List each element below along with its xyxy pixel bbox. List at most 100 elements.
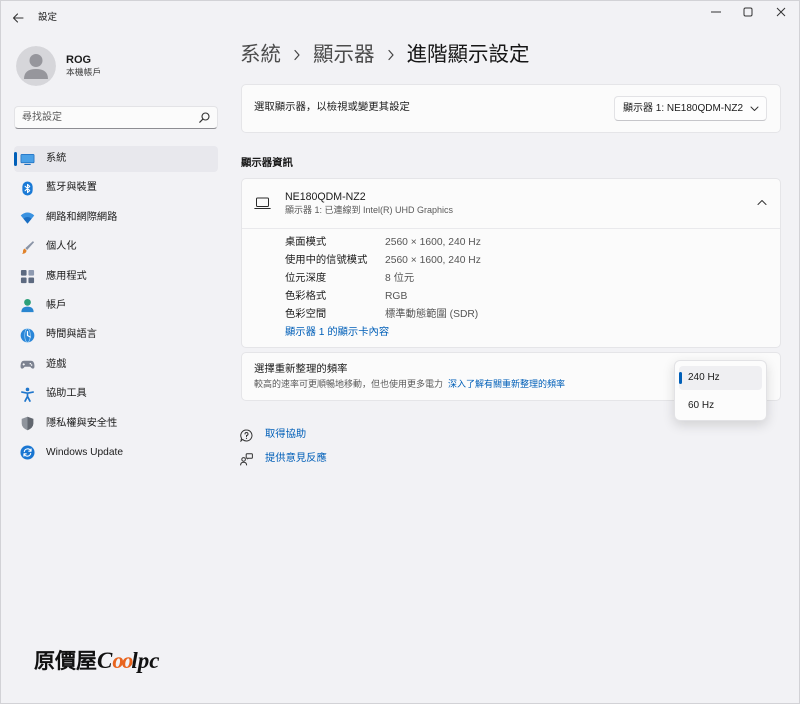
sidebar-item-label: 協助工具 [46, 388, 87, 400]
personalization-icon [20, 240, 35, 255]
info-value: 標準動態範圍 (SDR) [385, 309, 479, 320]
coolpc-logo: 原價屋 C oo lpc [34, 646, 159, 676]
info-row-active-signal-mode: 使用中的信號模式 2560 × 1600, 240 Hz [285, 252, 765, 270]
get-help-link[interactable]: 取得協助 [265, 428, 306, 442]
refresh-rate-option-60[interactable]: 60 Hz [679, 394, 762, 418]
sidebar-item-gaming[interactable]: 遊戲 [14, 352, 218, 378]
learn-more-link[interactable]: 深入了解有關重新整理的頻率 [448, 379, 565, 389]
info-row-bit-depth: 位元深度 8 位元 [285, 270, 765, 288]
time-language-icon [20, 328, 35, 343]
search-input[interactable] [15, 107, 193, 128]
info-label: 位元深度 [285, 273, 327, 284]
sidebar-item-label: 網路和網際網路 [46, 211, 118, 223]
display-select-value: 顯示器 1: NE180QDM-NZ2 [623, 103, 744, 114]
display-select-dropdown[interactable]: 顯示器 1: NE180QDM-NZ2 [614, 96, 767, 121]
laptop-icon [254, 197, 271, 210]
search-icon[interactable] [199, 112, 210, 123]
sidebar-item-accounts[interactable]: 帳戶 [14, 293, 218, 319]
close-icon [776, 7, 786, 17]
system-icon [20, 152, 35, 167]
info-label: 色彩格式 [285, 291, 327, 302]
sidebar-item-label: 系統 [46, 153, 67, 164]
sidebar-item-network[interactable]: 網路和網際網路 [14, 205, 218, 231]
monitor-subtitle: 顯示器 1: 已連線到 Intel(R) UHD Graphics [285, 205, 454, 215]
accessibility-icon [20, 387, 35, 402]
option-label: 240 Hz [688, 372, 720, 383]
logo-infinity-mark: oo [112, 648, 133, 673]
info-row-color-space: 色彩空間 標準動態範圍 (SDR) [285, 306, 765, 324]
info-row-color-format: 色彩格式 RGB [285, 288, 765, 306]
breadcrumb-item-system[interactable]: 系統 [240, 42, 281, 68]
network-icon [20, 210, 35, 225]
sidebar-item-apps[interactable]: 應用程式 [14, 264, 218, 290]
info-value: 2560 × 1600, 240 Hz [385, 237, 481, 248]
sidebar-item-label: 遊戲 [46, 358, 67, 370]
sidebar-item-personalization[interactable]: 個人化 [14, 234, 218, 260]
refresh-rate-option-240[interactable]: 240 Hz [679, 366, 762, 390]
breadcrumb: 系統 顯示器 進階顯示設定 [240, 42, 530, 68]
logo-chinese-text: 原價屋 [34, 649, 97, 673]
sidebar-item-label: 藍牙與裝置 [46, 182, 97, 194]
sidebar-item-label: 個人化 [46, 241, 77, 253]
info-value: 8 位元 [385, 273, 415, 284]
info-label: 使用中的信號模式 [285, 255, 368, 266]
gaming-icon [20, 357, 35, 372]
back-arrow-icon[interactable] [11, 11, 25, 25]
info-row-desktop-mode: 桌面模式 2560 × 1600, 240 Hz [285, 234, 765, 252]
select-display-card: 選取顯示器，以檢視或變更其設定 顯示器 1: NE180QDM-NZ2 [241, 84, 781, 133]
logo-latin-lpc: lpc [131, 648, 160, 673]
section-title-display-info: 顯示器資訊 [241, 158, 293, 169]
chevron-down-icon [750, 104, 759, 113]
info-value: 2560 × 1600, 240 Hz [385, 255, 481, 266]
sidebar-nav: 系統 藍牙與裝置 網路和網際網路 個人化 應用程式 帳戶 時間與語言 遊戲 協助… [14, 146, 218, 469]
maximize-icon [743, 7, 753, 17]
logo-latin-c: C [97, 648, 113, 673]
info-value: RGB [385, 291, 408, 302]
adapter-properties-link[interactable]: 顯示器 1 的顯示卡內容 [285, 326, 389, 340]
sidebar-item-privacy[interactable]: 隱私權與安全性 [14, 411, 218, 437]
accounts-icon [20, 298, 35, 313]
breadcrumb-item-display[interactable]: 顯示器 [313, 42, 375, 68]
display-info-rows: 桌面模式 2560 × 1600, 240 Hz 使用中的信號模式 2560 ×… [285, 234, 765, 324]
display-info-expander: NE180QDM-NZ2 顯示器 1: 已連線到 Intel(R) UHD Gr… [241, 178, 781, 348]
refresh-rate-description-text: 較高的速率可更順暢地移動，但也使用更多電力 [254, 379, 444, 389]
feedback-icon [240, 453, 253, 466]
sidebar-item-label: Windows Update [46, 446, 124, 458]
sidebar-item-system[interactable]: 系統 [14, 146, 218, 172]
sidebar-item-bluetooth[interactable]: 藍牙與裝置 [14, 175, 218, 201]
refresh-rate-description: 較高的速率可更順暢地移動，但也使用更多電力 深入了解有關重新整理的頻率 [254, 379, 565, 390]
refresh-rate-title: 選擇重新整理的頻率 [254, 364, 348, 375]
refresh-rate-dropdown-menu: 240 Hz 60 Hz [674, 360, 767, 421]
window-title: 設定 [38, 12, 58, 23]
sidebar-item-time-language[interactable]: 時間與語言 [14, 322, 218, 348]
account-type: 本機帳戶 [66, 67, 102, 77]
bluetooth-icon [20, 181, 35, 196]
info-label: 桌面模式 [285, 237, 327, 248]
page-title: 進階顯示設定 [406, 43, 530, 66]
chevron-right-icon [375, 42, 407, 68]
apps-icon [20, 269, 35, 284]
help-icon [240, 429, 253, 442]
sidebar-item-label: 隱私權與安全性 [46, 417, 118, 429]
windows-update-icon [19, 445, 35, 460]
user-name: ROG [66, 54, 92, 66]
settings-window: 設定 ROG 本機帳戶 系統 藍牙與裝置 網路和網際網路 [0, 0, 800, 704]
sidebar-item-label: 時間與語言 [46, 329, 97, 341]
minimize-icon [711, 7, 721, 17]
sidebar-item-label: 帳戶 [46, 299, 67, 311]
search-box[interactable] [14, 106, 218, 129]
maximize-button[interactable] [733, 0, 763, 24]
give-feedback-link[interactable]: 提供意見反應 [265, 452, 327, 466]
divider [242, 228, 780, 229]
close-button[interactable] [766, 0, 796, 24]
sidebar-item-accessibility[interactable]: 協助工具 [14, 381, 218, 407]
chevron-up-icon[interactable] [757, 198, 767, 208]
sidebar-item-windows-update[interactable]: Windows Update [14, 440, 218, 466]
chevron-right-icon [281, 42, 313, 68]
info-label: 色彩空間 [285, 309, 327, 320]
monitor-name: NE180QDM-NZ2 [285, 191, 366, 203]
minimize-button[interactable] [701, 0, 731, 24]
avatar[interactable] [16, 46, 56, 86]
option-label: 60 Hz [688, 400, 715, 411]
select-display-label: 選取顯示器，以檢視或變更其設定 [254, 102, 410, 113]
